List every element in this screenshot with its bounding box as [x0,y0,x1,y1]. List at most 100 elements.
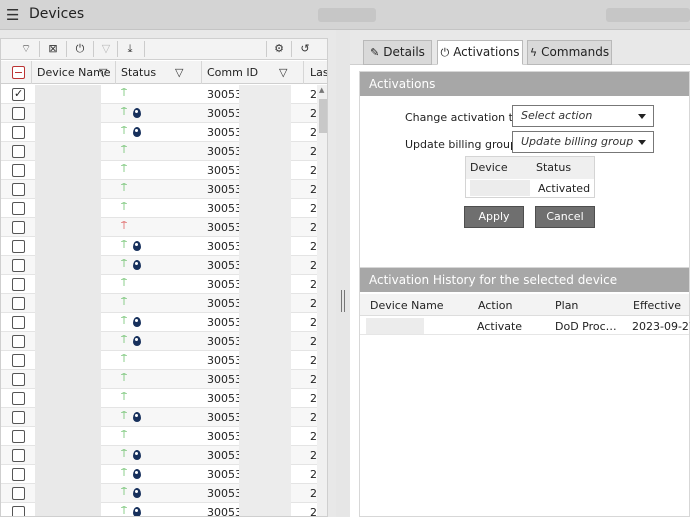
redacted-device-name [35,370,101,389]
row-checkbox[interactable] [12,145,25,158]
table-row[interactable]: ⍑3005342 [1,294,317,313]
table-row[interactable]: ⍑3005342 [1,503,317,516]
redacted-comm-id [239,427,291,446]
row-checkbox[interactable] [12,297,25,310]
redacted-comm-id [239,180,291,199]
row-checkbox[interactable] [12,373,25,386]
column-header-last[interactable]: Last [310,66,327,79]
table-row[interactable]: ⍑3005342 [1,199,317,218]
table-row[interactable]: ⍑3005342 [1,161,317,180]
select-all-checkbox[interactable] [12,66,25,79]
hamburger-icon[interactable]: ☰ [6,6,19,24]
table-row[interactable]: ⍑3005342 [1,408,317,427]
row-checkbox[interactable] [12,259,25,272]
history-title: Activation History for the selected devi… [360,268,689,292]
history-row[interactable]: Activate DoD Proc… 2023-09-27 [360,317,690,335]
table-row[interactable]: ⍑3005342 [1,142,317,161]
water-drop-icon [133,488,141,498]
cancel-button[interactable]: Cancel [535,206,595,228]
status-cell: ⍑ [121,468,151,481]
row-checkbox[interactable] [12,411,25,424]
table-row[interactable]: ⍑3005342 [1,465,317,484]
table-row[interactable]: ⍑3005342 [1,123,317,142]
redacted-comm-id [239,237,291,256]
row-checkbox[interactable] [12,87,25,101]
table-row[interactable]: ⍑3005342 [1,351,317,370]
column-header-comm-id[interactable]: Comm ID [207,66,258,79]
splitter-grip-icon[interactable] [341,290,345,312]
row-checkbox[interactable] [12,354,25,367]
status-cell: ⍑ [121,392,151,405]
table-row[interactable]: ⍑3005342 [1,484,317,503]
panel-splitter[interactable] [336,30,350,517]
table-row[interactable]: ⍑3005342 [1,370,317,389]
device-grid-panel: ⌔ ⊠ ⏻ ▽ ⤓ ⚙ ↺ Device Name ▽ Status ▽ Com… [0,38,328,517]
row-checkbox[interactable] [12,468,25,481]
table-row[interactable]: ⍑3005342 [1,427,317,446]
power-icon[interactable]: ⏻ [69,41,91,57]
row-checkbox[interactable] [12,183,25,196]
billing-group-select[interactable]: Update billing group [512,131,654,153]
water-drop-icon [133,241,141,251]
change-activation-select[interactable]: Select action [512,105,654,127]
gear-icon[interactable]: ⚙ [268,41,290,57]
row-checkbox[interactable] [12,240,25,253]
row-checkbox[interactable] [12,430,25,443]
redacted-comm-id [239,199,291,218]
column-header-device-name: Device Name [370,299,444,312]
redacted-comm-id [239,313,291,332]
signal-antenna-icon: ⍑ [121,183,127,194]
filter-icon[interactable]: ▽ [279,66,287,79]
grid-toolbar: ⌔ ⊠ ⏻ ▽ ⤓ ⚙ ↺ [1,39,327,60]
table-row[interactable]: ⍑3005342 [1,446,317,465]
column-header-status[interactable]: Status [121,66,156,79]
row-checkbox[interactable] [12,164,25,177]
row-checkbox[interactable] [12,107,25,120]
table-row[interactable]: ⍑3005342 [1,275,317,294]
status-cell: ⍑ [121,221,151,234]
table-row[interactable]: ⍑3005342 [1,332,317,351]
row-checkbox[interactable] [12,506,25,516]
filter-icon[interactable]: ▽ [175,66,183,79]
column-divider [201,61,202,84]
table-row[interactable]: ⍑3005342 [1,389,317,408]
row-checkbox[interactable] [12,126,25,139]
status-cell: ⍑ [121,297,151,310]
table-row[interactable]: ⍑3005342 [1,237,317,256]
scrollbar-thumb[interactable] [319,99,327,133]
redacted-device-name [35,85,101,104]
download-icon[interactable]: ⤓ [119,41,141,57]
scroll-up-icon[interactable]: ▲ [319,86,324,94]
apply-button[interactable]: Apply [464,206,524,228]
row-checkbox[interactable] [12,392,25,405]
signal-antenna-icon: ⍑ [121,88,127,99]
row-checkbox[interactable] [12,449,25,462]
tab-activations[interactable]: ⏻ Activations [437,40,523,65]
row-checkbox[interactable] [12,221,25,234]
table-row[interactable]: ⍑3005342 [1,104,317,123]
refresh-icon[interactable]: ↺ [294,41,316,57]
table-row[interactable]: ⍑3005342 [1,313,317,332]
row-checkbox[interactable] [12,202,25,215]
last-value: 2 [310,354,317,367]
tab-commands[interactable]: ϟ Commands [527,40,612,65]
envelope-icon[interactable]: ⊠ [42,41,64,57]
row-checkbox[interactable] [12,316,25,329]
table-row[interactable]: ⍑3005342 [1,85,317,104]
table-row[interactable]: ⍑3005342 [1,218,317,237]
status-cell: ⍑ [121,202,151,215]
filter-icon[interactable]: ▽ [99,66,107,79]
table-row[interactable]: ⍑3005342 [1,256,317,275]
water-drop-icon [133,450,141,460]
antenna-ping-icon[interactable]: ⌔ [15,41,37,57]
table-row[interactable]: ⍑3005342 [1,180,317,199]
tab-details[interactable]: ✎ Details [363,40,432,65]
last-value: 2 [310,202,317,215]
row-checkbox[interactable] [12,278,25,291]
row-checkbox[interactable] [12,335,25,348]
row-checkbox[interactable] [12,487,25,500]
redacted-comm-id [239,370,291,389]
filter-icon[interactable]: ▽ [95,41,117,57]
vertical-scrollbar[interactable]: ▲ [317,85,327,516]
column-header-status: Status [532,157,594,179]
